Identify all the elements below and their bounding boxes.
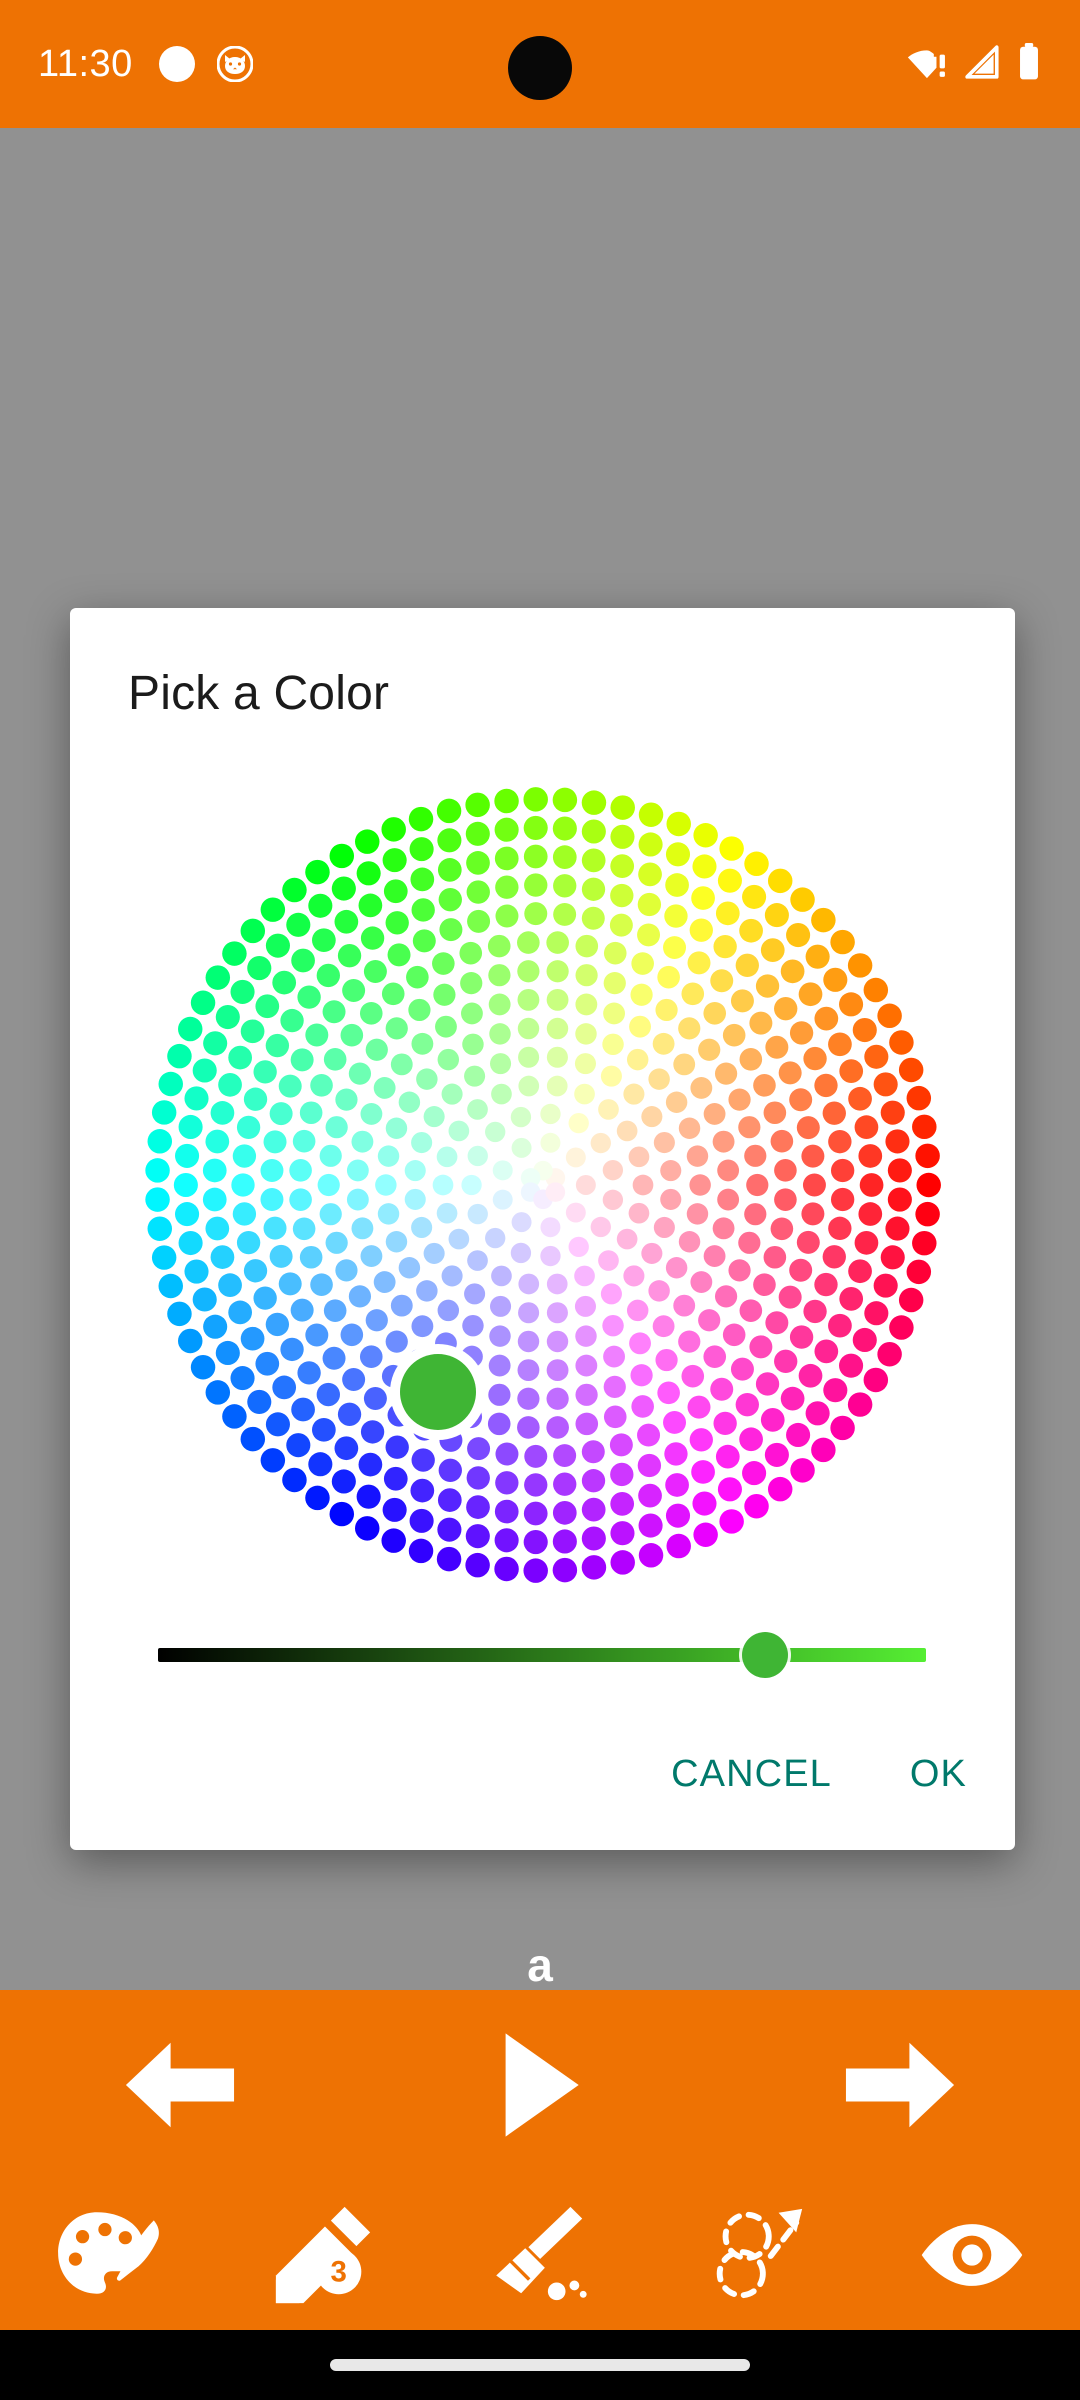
palette-tool-button[interactable] bbox=[23, 2190, 193, 2320]
brightness-slider[interactable] bbox=[158, 1620, 926, 1690]
phone-screen: 11:30 a Pick a Color CANCEL OK 3 bbox=[0, 0, 1080, 2400]
select-transform-tool-button[interactable] bbox=[671, 2190, 841, 2320]
bottom-toolbar: 3 bbox=[0, 1990, 1080, 2330]
play-button[interactable] bbox=[445, 2010, 635, 2160]
next-frame-button[interactable] bbox=[805, 2010, 995, 2160]
color-wheel[interactable] bbox=[138, 780, 948, 1590]
wifi-no-internet-icon bbox=[906, 44, 950, 85]
camera-punch-hole bbox=[508, 36, 572, 100]
cellular-signal-icon bbox=[964, 44, 1002, 85]
brightness-slider-thumb[interactable] bbox=[741, 1632, 788, 1678]
dialog-action-row: CANCEL OK bbox=[665, 1743, 973, 1806]
cancel-button[interactable]: CANCEL bbox=[665, 1743, 838, 1806]
pencil-tool-button[interactable]: 3 bbox=[239, 2190, 409, 2320]
transport-controls bbox=[0, 1990, 1080, 2180]
tool-buttons: 3 bbox=[0, 2180, 1080, 2330]
pencil-size-badge: 3 bbox=[331, 2256, 347, 2289]
cat-notification-icon bbox=[216, 45, 254, 83]
previous-frame-button[interactable] bbox=[85, 2010, 275, 2160]
system-status-icons bbox=[906, 42, 1042, 86]
status-clock: 11:30 bbox=[38, 42, 133, 85]
dialog-title: Pick a Color bbox=[128, 667, 390, 720]
brightness-slider-track[interactable] bbox=[158, 1648, 926, 1662]
brush-tool-button[interactable] bbox=[455, 2190, 625, 2320]
ok-button[interactable]: OK bbox=[904, 1743, 973, 1806]
preview-tool-button[interactable] bbox=[887, 2190, 1057, 2320]
battery-icon bbox=[1016, 42, 1042, 86]
gesture-nav-pill[interactable] bbox=[330, 2359, 750, 2371]
pick-a-color-dialog: Pick a Color CANCEL OK bbox=[70, 608, 1015, 1850]
canvas-letter: a bbox=[527, 1939, 553, 1991]
circle-notification-icon bbox=[158, 46, 195, 82]
system-navigation-bar bbox=[0, 2330, 1080, 2400]
selected-color-swatch bbox=[399, 1354, 476, 1430]
notification-icons bbox=[158, 45, 254, 83]
